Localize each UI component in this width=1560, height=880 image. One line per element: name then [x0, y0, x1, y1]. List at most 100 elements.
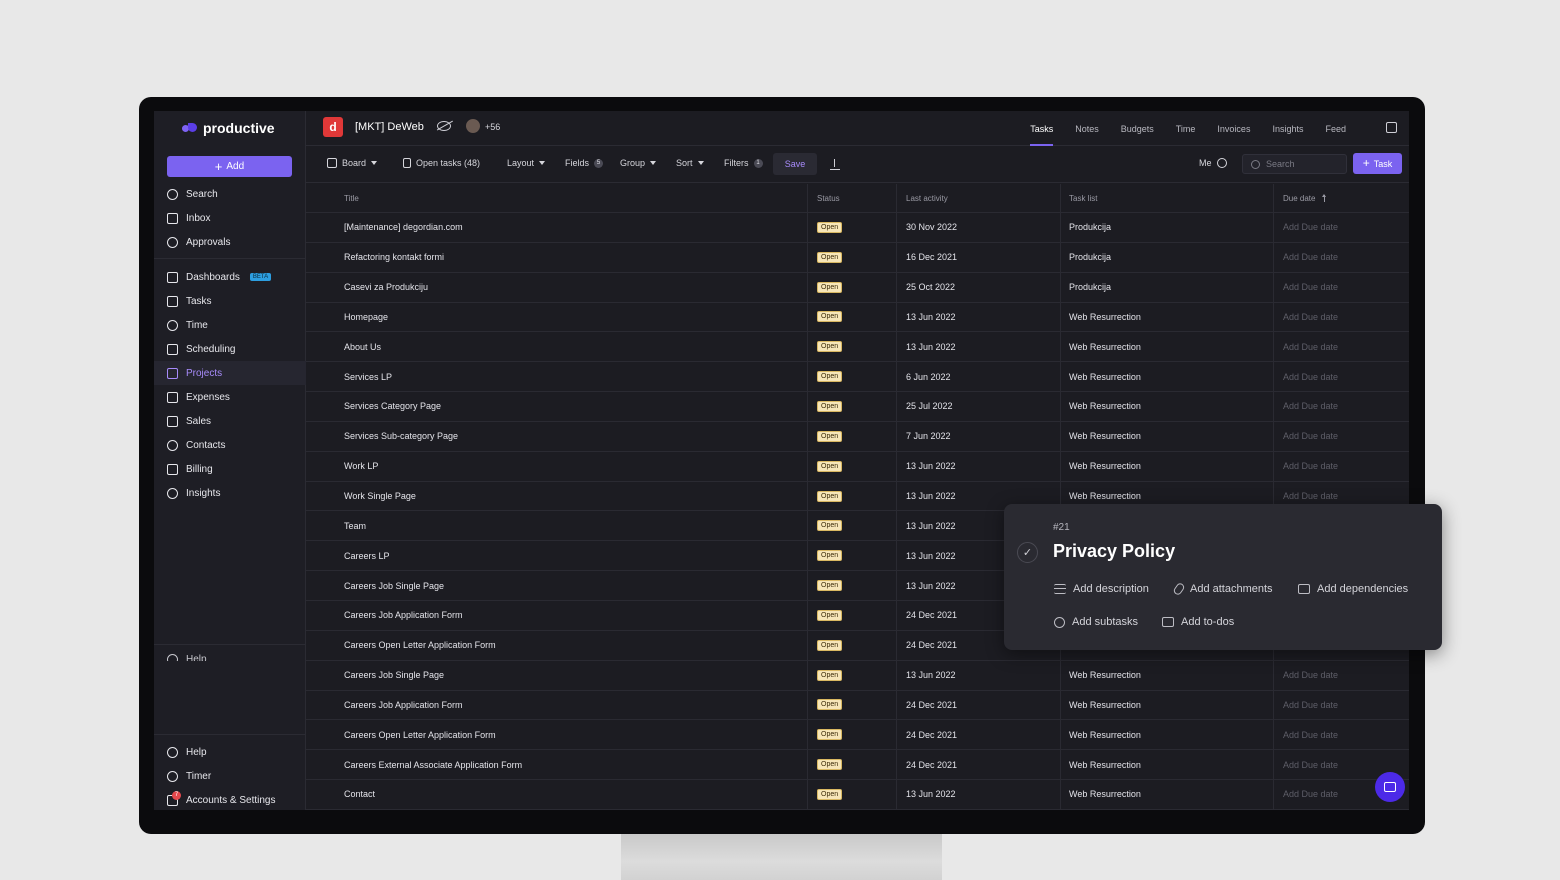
status-cell[interactable]: Open [808, 242, 897, 272]
task-list-cell[interactable]: Web Resurrection [1061, 362, 1274, 392]
due-date-cell[interactable]: Add Due date [1274, 243, 1409, 272]
search-field[interactable] [1242, 154, 1347, 174]
table-row[interactable]: Careers Open Letter Application Form Open… [306, 720, 1409, 751]
sidebar-item-inbox[interactable]: Inbox [154, 206, 306, 230]
task-title-cell[interactable]: Work Single Page [306, 481, 808, 511]
sidebar-item-billing[interactable]: Billing [154, 457, 306, 481]
search-input[interactable] [1266, 159, 1336, 169]
task-list-cell[interactable]: Produkcija [1061, 272, 1274, 302]
task-title-cell[interactable]: Team [306, 511, 808, 541]
status-cell[interactable]: Open [808, 302, 897, 332]
task-title-cell[interactable]: Casevi za Produkciju [306, 272, 808, 302]
status-cell[interactable]: Open [808, 421, 897, 451]
task-title-cell[interactable]: Careers Job Application Form [306, 690, 808, 720]
layout-dropdown[interactable]: Layout [507, 158, 546, 168]
column-header-last-activity[interactable]: Last activity [897, 184, 1061, 212]
due-date-cell[interactable]: Add Due date [1274, 362, 1409, 391]
task-title-cell[interactable]: Services LP [306, 362, 808, 392]
task-list-cell[interactable]: Web Resurrection [1061, 660, 1274, 690]
board-dropdown[interactable]: Board [327, 158, 378, 168]
status-cell[interactable]: Open [808, 690, 897, 720]
group-dropdown[interactable]: Group [620, 158, 657, 168]
task-title-cell[interactable]: Careers Job Application Form [306, 600, 808, 630]
status-cell[interactable]: Open [808, 511, 897, 541]
sidebar-item-help-clipped[interactable]: Help [167, 654, 207, 661]
add-todos-button[interactable]: Add to-dos [1162, 616, 1234, 628]
task-title-cell[interactable]: Services Sub-category Page [306, 421, 808, 451]
avatar[interactable] [465, 118, 481, 134]
tab-budgets[interactable]: Budgets [1110, 111, 1165, 146]
task-list-cell[interactable]: Produkcija [1061, 242, 1274, 272]
add-task-button[interactable]: + Task [1353, 153, 1402, 174]
members-count[interactable]: +56 [485, 122, 500, 132]
open-tasks-filter[interactable]: Open tasks (48) [403, 158, 480, 168]
column-header-due-date[interactable]: Due date [1274, 184, 1409, 212]
task-list-cell[interactable]: Web Resurrection [1061, 302, 1274, 332]
complete-task-checkbox[interactable]: ✓ [1017, 542, 1038, 563]
tab-time[interactable]: Time [1165, 111, 1207, 146]
sidebar-item-insights[interactable]: Insights [154, 481, 306, 505]
sidebar-item-search[interactable]: Search [154, 182, 306, 206]
task-title-cell[interactable]: Refactoring kontakt formi [306, 242, 808, 272]
download-icon[interactable] [830, 159, 840, 170]
task-title-cell[interactable]: Careers External Associate Application F… [306, 750, 808, 780]
due-date-cell[interactable]: Add Due date [1274, 422, 1409, 451]
fields-button[interactable]: Fields 5 [565, 158, 604, 168]
table-row[interactable]: Contact Open 13 Jun 2022 Web Resurrection Ad… [306, 780, 1409, 810]
due-date-cell[interactable]: Add Due date [1274, 452, 1409, 481]
sidebar-item-sales[interactable]: Sales [154, 409, 306, 433]
column-header-status[interactable]: Status [808, 184, 897, 212]
task-list-cell[interactable]: Web Resurrection [1061, 690, 1274, 720]
due-date-cell[interactable]: Add Due date [1274, 691, 1409, 720]
eye-off-icon[interactable] [437, 121, 451, 131]
status-cell[interactable]: Open [808, 600, 897, 630]
add-button[interactable]: + Add [167, 156, 292, 177]
status-cell[interactable]: Open [808, 780, 897, 809]
task-title-cell[interactable]: Work LP [306, 451, 808, 481]
side-panel-icon[interactable] [1386, 122, 1397, 133]
status-cell[interactable]: Open [808, 541, 897, 571]
due-date-cell[interactable]: Add Due date [1274, 392, 1409, 421]
task-title-cell[interactable]: Careers Open Letter Application Form [306, 720, 808, 750]
sidebar-item-dashboards[interactable]: Dashboards BETA [154, 265, 306, 289]
task-list-cell[interactable]: Web Resurrection [1061, 780, 1274, 809]
status-cell[interactable]: Open [808, 720, 897, 750]
task-list-cell[interactable]: Web Resurrection [1061, 332, 1274, 362]
task-list-cell[interactable]: Web Resurrection [1061, 720, 1274, 750]
tab-notes[interactable]: Notes [1064, 111, 1110, 146]
add-attachments-button[interactable]: Add attachments [1172, 581, 1273, 597]
filters-button[interactable]: Filters 1 [724, 158, 763, 168]
table-row[interactable]: Careers Job Single Page Open 13 Jun 2022 We… [306, 660, 1409, 691]
table-row[interactable]: Casevi za Produkciju Open 25 Oct 2022 Produ… [306, 272, 1409, 303]
task-title-cell[interactable]: About Us [306, 332, 808, 362]
status-cell[interactable]: Open [808, 660, 897, 690]
save-button[interactable]: Save [773, 153, 817, 175]
add-dependencies-button[interactable]: Add dependencies [1298, 583, 1408, 595]
sidebar-item-approvals[interactable]: Approvals [154, 230, 306, 254]
app-logo[interactable]: productive [182, 119, 275, 137]
due-date-cell[interactable]: Add Due date [1274, 332, 1409, 361]
sidebar-item-contacts[interactable]: Contacts [154, 433, 306, 457]
task-title-cell[interactable]: Careers Open Letter Application Form [306, 630, 808, 660]
table-row[interactable]: Careers External Associate Application F… [306, 750, 1409, 781]
column-header-task-list[interactable]: Task list [1061, 184, 1274, 212]
project-icon[interactable]: d [323, 117, 343, 137]
add-subtasks-button[interactable]: Add subtasks [1054, 616, 1138, 628]
task-list-cell[interactable]: Web Resurrection [1061, 451, 1274, 481]
sidebar-item-timer[interactable]: Timer [154, 764, 306, 788]
status-cell[interactable]: Open [808, 392, 897, 421]
tab-tasks[interactable]: Tasks [1019, 111, 1064, 146]
task-list-cell[interactable]: Produkcija [1061, 213, 1274, 242]
tab-insights[interactable]: Insights [1261, 111, 1314, 146]
status-cell[interactable]: Open [808, 213, 897, 242]
due-date-cell[interactable]: Add Due date [1274, 720, 1409, 749]
status-cell[interactable]: Open [808, 481, 897, 511]
me-filter[interactable]: Me [1199, 158, 1227, 168]
sort-dropdown[interactable]: Sort [676, 158, 704, 168]
sidebar-item-projects[interactable]: Projects [154, 361, 306, 385]
status-cell[interactable]: Open [808, 630, 897, 660]
task-title[interactable]: Privacy Policy [1053, 541, 1175, 562]
task-title-cell[interactable]: Homepage [306, 302, 808, 332]
tab-feed[interactable]: Feed [1314, 111, 1357, 146]
task-title-cell[interactable]: Careers Job Single Page [306, 571, 808, 600]
